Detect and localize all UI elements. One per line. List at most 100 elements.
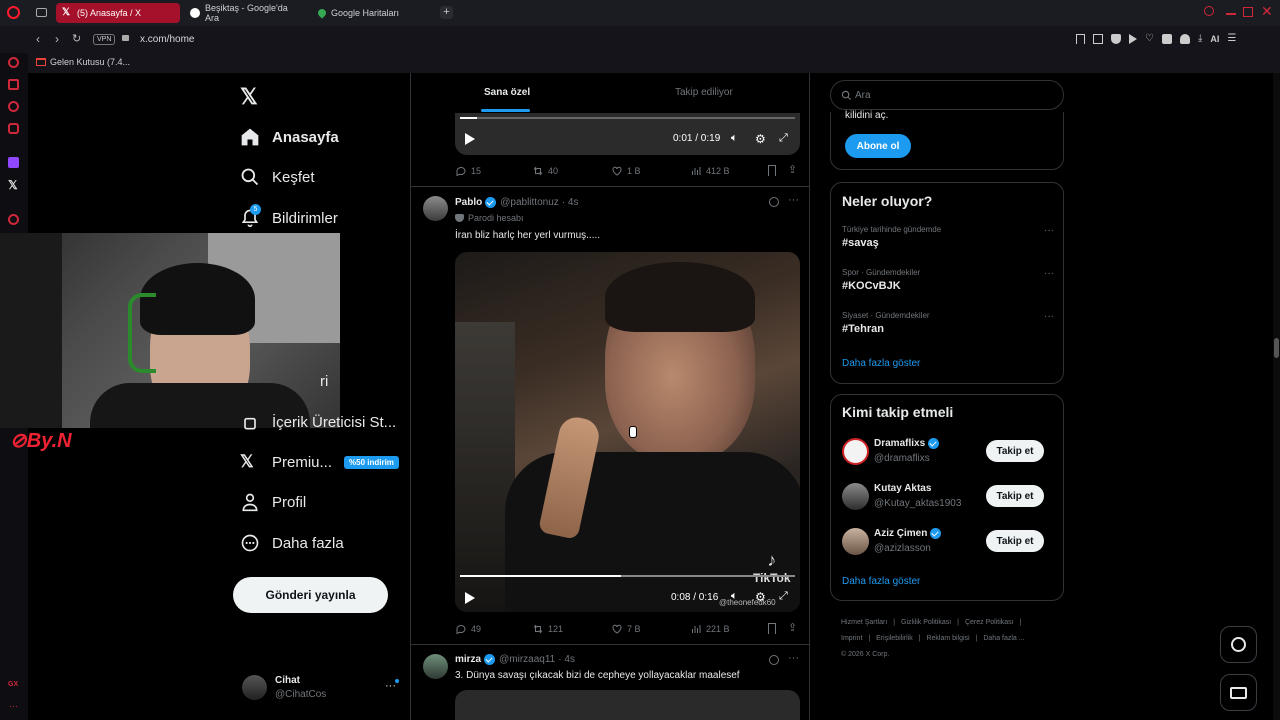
post-author-name[interactable]: Pablo xyxy=(455,197,482,208)
minimize-icon[interactable] xyxy=(1226,13,1236,15)
footer-link[interactable]: Daha fazla ... xyxy=(983,635,1024,642)
sidebar-more-icon[interactable]: ··· xyxy=(9,701,18,711)
settings-icon[interactable]: ⚙ xyxy=(755,590,766,604)
ai-icon[interactable]: AI xyxy=(1210,34,1219,44)
search-box[interactable]: Ara xyxy=(830,80,1064,110)
views-stat[interactable]: 221 B xyxy=(690,623,730,635)
reply-stat[interactable]: 15 xyxy=(455,165,481,177)
trend-more-icon[interactable]: ··· xyxy=(1044,268,1054,279)
follow-button[interactable]: Takip et xyxy=(986,485,1044,507)
sidebar-twitch-icon[interactable] xyxy=(8,157,19,168)
like-stat[interactable]: 1 B xyxy=(611,165,641,177)
footer-link[interactable]: Imprint xyxy=(841,635,862,642)
sidebar-gx-icon[interactable]: GX xyxy=(8,681,18,688)
close-window-icon[interactable]: ✕ xyxy=(1261,3,1273,20)
tab-following[interactable]: Takip ediliyor xyxy=(675,87,733,98)
post-media[interactable] xyxy=(455,690,800,720)
messages-float-button[interactable] xyxy=(1220,674,1257,711)
bookmark-icon[interactable] xyxy=(1076,34,1085,44)
url-field[interactable]: x.com/home xyxy=(140,34,194,45)
follow-button[interactable]: Takip et xyxy=(986,530,1044,552)
sidebar-player-icon[interactable] xyxy=(8,214,19,225)
post-author-name[interactable]: mirza xyxy=(455,654,481,665)
trend-more-icon[interactable]: ··· xyxy=(1044,311,1054,322)
subscribe-button[interactable]: Abone ol xyxy=(845,134,911,158)
new-tab-icon[interactable]: + xyxy=(440,6,453,19)
x-logo-icon[interactable]: 𝕏 xyxy=(240,84,258,110)
tab-google-maps[interactable]: Google Haritaları xyxy=(312,3,436,23)
play-icon[interactable] xyxy=(1129,34,1137,44)
volume-icon[interactable]: 🔈︎ xyxy=(731,590,738,603)
reload-icon[interactable]: ↻ xyxy=(72,32,81,45)
nav-explore[interactable]: Keşfet xyxy=(240,162,315,192)
fullscreen-icon[interactable]: ⤢ xyxy=(779,590,788,603)
nav-home[interactable]: Anasayfa xyxy=(240,122,339,152)
lock-icon[interactable] xyxy=(122,35,129,41)
tab-for-you[interactable]: Sana özel xyxy=(484,87,530,98)
post-age[interactable]: · 4s xyxy=(558,654,575,665)
nav-profile[interactable]: Profil xyxy=(240,487,306,517)
trend-more-icon[interactable]: ··· xyxy=(1044,225,1054,236)
snapshot-icon[interactable] xyxy=(1093,34,1103,44)
sidebar-messenger-icon[interactable] xyxy=(8,101,19,112)
trend-item[interactable]: Siyaset · Gündemdekiler #Tehran ··· xyxy=(842,311,1054,335)
search-tabs-icon[interactable] xyxy=(1204,6,1214,16)
nav-notifications[interactable]: Bildirimler 5 xyxy=(240,203,338,233)
scrollbar-thumb[interactable] xyxy=(1274,338,1279,358)
sidebar-opera-icon[interactable] xyxy=(8,57,19,68)
nav-premium[interactable]: 𝕏 Premiu... %50 indirim xyxy=(240,447,399,477)
menu-icon[interactable]: ☰ xyxy=(1227,34,1236,44)
sidebar-x-icon[interactable]: 𝕏 xyxy=(8,178,18,192)
grok-icon[interactable] xyxy=(769,655,779,665)
opera-logo-icon[interactable] xyxy=(7,6,20,19)
trends-show-more[interactable]: Daha fazla göster xyxy=(842,358,920,369)
footer-link[interactable]: Hizmet Şartları xyxy=(841,619,887,626)
trend-item[interactable]: Türkiye tarihinde gündemde #savaş ··· xyxy=(842,225,1054,249)
post-button[interactable]: Gönderi yayınla xyxy=(233,577,388,613)
post-more-icon[interactable]: ··· xyxy=(788,194,799,206)
post-avatar[interactable] xyxy=(423,196,448,221)
post-age[interactable]: · 4s xyxy=(562,197,579,208)
sidebar-aria-icon[interactable] xyxy=(8,79,19,90)
nav-lists[interactable]: ri xyxy=(240,366,328,396)
page-scrollbar[interactable] xyxy=(1273,73,1280,720)
post-author-handle[interactable]: @pablittonuz xyxy=(500,197,559,208)
volume-icon[interactable]: 🔈︎ xyxy=(731,132,738,145)
repost-stat[interactable]: 121 xyxy=(532,623,563,635)
footer-link[interactable]: Çerez Politikası xyxy=(965,619,1014,626)
video-player-top[interactable]: 0:01 / 0:19 🔈︎ ⚙ ⤢ xyxy=(455,113,800,155)
nav-creator-studio[interactable]: İçerik Üreticisi St... xyxy=(240,407,396,437)
extensions-icon[interactable] xyxy=(1161,34,1172,44)
bookmark-gmail[interactable]: Gelen Kutusu (7.4... xyxy=(50,57,130,67)
follow-suggestion[interactable]: Dramaflixs @dramaflixs Takip et xyxy=(842,438,1054,468)
fullscreen-icon[interactable]: ⤢ xyxy=(779,132,788,145)
share-icon[interactable]: ⇪ xyxy=(788,621,797,634)
play-icon[interactable] xyxy=(465,133,475,145)
sidebar-instagram-icon[interactable] xyxy=(8,123,19,134)
tab-x-home[interactable]: 𝕏 (5) Anasayfa / X xyxy=(56,3,180,23)
trend-item[interactable]: Spor · Gündemdekiler #KOCvBJK ··· xyxy=(842,268,1054,292)
share-icon[interactable]: ⇪ xyxy=(788,163,797,176)
profile-icon[interactable] xyxy=(1179,34,1190,44)
grok-float-button[interactable] xyxy=(1220,626,1257,663)
vpn-badge[interactable]: VPN xyxy=(93,34,116,45)
bookmark-icon[interactable] xyxy=(768,623,776,634)
download-icon[interactable]: ⤓ xyxy=(1198,34,1202,44)
follow-button[interactable]: Takip et xyxy=(986,440,1044,462)
footer-link[interactable]: Erişilebilirlik xyxy=(876,635,913,642)
video-player[interactable]: ♪ TikTok @theonefedk60 0:08 / 0:16 🔈︎ ⚙ … xyxy=(455,252,800,612)
forward-icon[interactable]: › xyxy=(55,32,59,46)
footer-link[interactable]: Reklam bilgisi xyxy=(926,635,969,642)
follow-suggestion[interactable]: Kutay Aktas @Kutay_aktas1903 Takip et xyxy=(842,483,1054,513)
tab-google-search[interactable]: Beşiktaş - Google'da Ara xyxy=(184,3,308,23)
reply-stat[interactable]: 49 xyxy=(455,623,481,635)
post-author-handle[interactable]: @mirzaaq11 xyxy=(499,654,555,665)
tab-overview-icon[interactable] xyxy=(36,8,47,17)
video-progress-track[interactable] xyxy=(460,117,795,119)
views-stat[interactable]: 412 B xyxy=(690,165,730,177)
play-icon[interactable] xyxy=(465,592,475,604)
maximize-icon[interactable] xyxy=(1243,7,1253,17)
bookmark-icon[interactable] xyxy=(768,165,776,176)
nav-more[interactable]: Daha fazla xyxy=(240,528,344,558)
footer-link[interactable]: Gizlilik Politikası xyxy=(901,619,951,626)
